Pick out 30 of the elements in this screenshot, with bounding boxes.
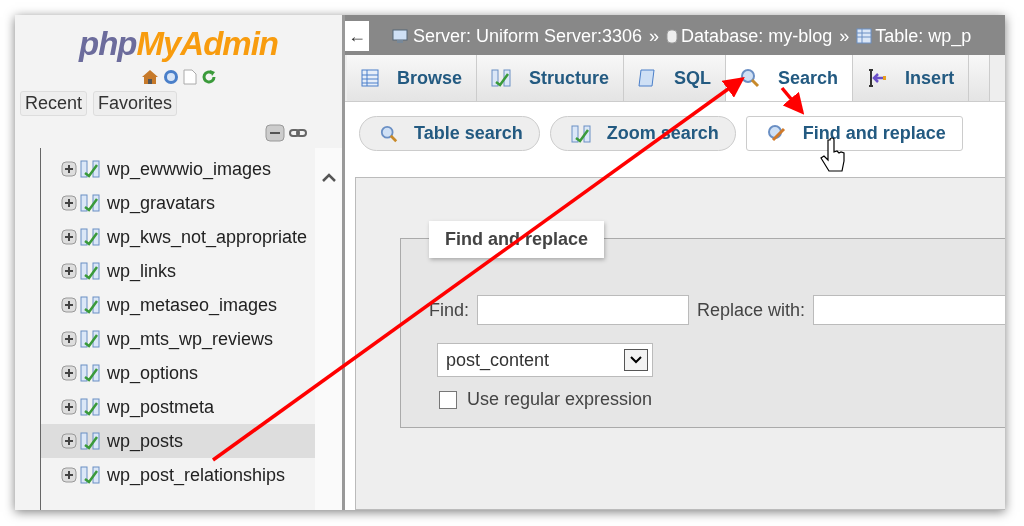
tree-item[interactable]: wp_ewwwio_images xyxy=(41,152,315,186)
tree-item[interactable]: wp_metaseo_images xyxy=(41,288,315,322)
breadcrumb-link[interactable]: Database: my-blog xyxy=(681,25,833,47)
nav-tab[interactable]: Recent xyxy=(20,91,88,116)
tab[interactable]: SQL xyxy=(624,55,727,101)
tab[interactable]: Structure xyxy=(477,55,625,101)
tab[interactable]: Insert xyxy=(853,55,970,101)
breadcrumb-link[interactable]: Table: wp_p xyxy=(875,25,972,47)
find-label: Find: xyxy=(429,299,470,321)
tab[interactable]: Search xyxy=(726,55,854,101)
tree-item[interactable]: wp_kws_not_appropriate xyxy=(41,220,315,254)
tree-item[interactable]: wp_mts_wp_reviews xyxy=(41,322,315,356)
tree-item[interactable]: wp_posts xyxy=(41,424,315,458)
logo: phpMyAdmin xyxy=(77,25,279,63)
replace-label: Replace with: xyxy=(697,299,806,321)
tree-item[interactable]: wp_gravatars xyxy=(41,186,315,220)
breadcrumb-separator: » xyxy=(649,25,660,47)
nav-tab[interactable]: Favorites xyxy=(93,91,178,116)
breadcrumb-link[interactable]: Server: Uniform Server:3306 xyxy=(413,25,643,47)
back-button[interactable]: ← xyxy=(345,21,369,51)
tab[interactable]: Browse xyxy=(347,55,478,101)
tree-item[interactable]: wp_postmeta xyxy=(41,390,315,424)
sub-tab[interactable]: Table search xyxy=(359,116,540,151)
checkbox-label: Use regular expression xyxy=(467,389,653,410)
breadcrumb-separator: » xyxy=(839,25,850,47)
tree-item[interactable]: wp_post_relationships xyxy=(41,458,315,492)
sub-tab[interactable]: Find and replace xyxy=(745,116,963,151)
column-select[interactable]: post_content xyxy=(437,343,653,377)
tree-item[interactable]: wp_options xyxy=(41,356,315,390)
tree-item[interactable]: wp_links xyxy=(41,254,315,288)
